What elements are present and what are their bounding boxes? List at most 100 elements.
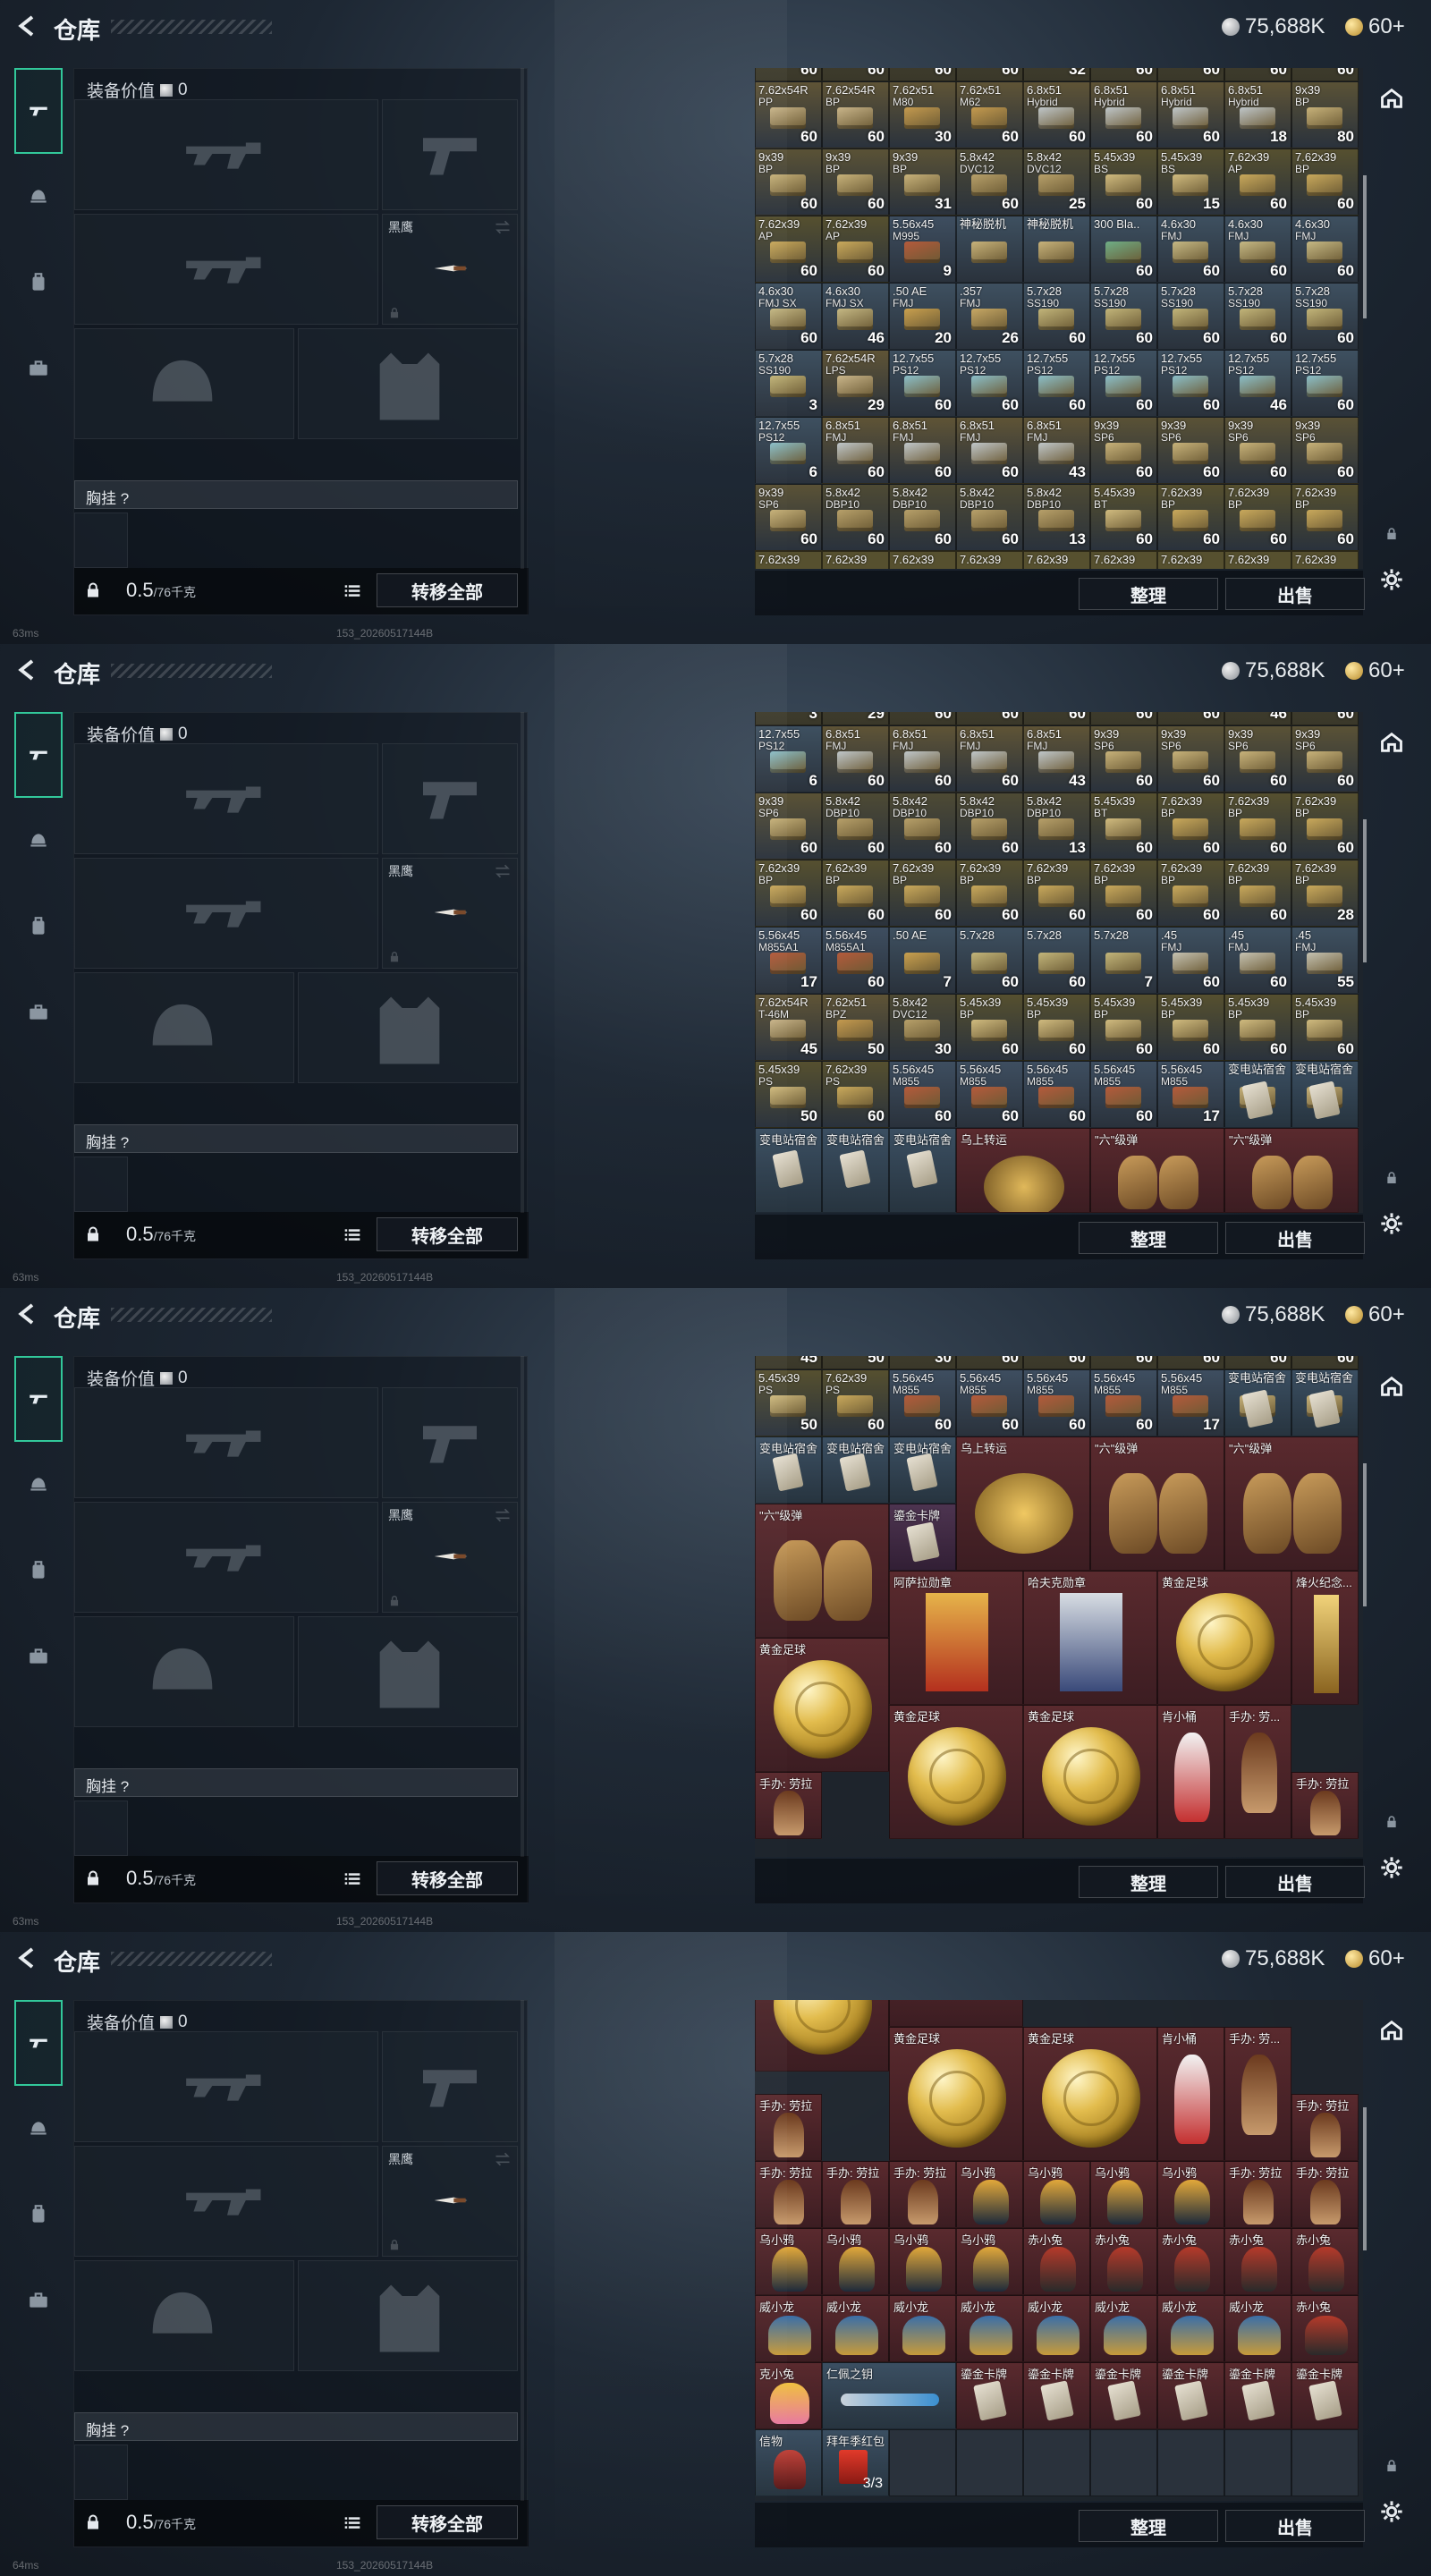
- list-view-button[interactable]: [343, 2514, 362, 2532]
- swap-button[interactable]: [494, 1506, 512, 1524]
- stash-item[interactable]: 7.62x39 BP 60: [1090, 860, 1157, 927]
- stash-item[interactable]: 4.6x30 FMJ 60: [1224, 216, 1291, 283]
- chest-rig-slot[interactable]: [74, 1801, 128, 1856]
- stash-item[interactable]: 60: [755, 68, 822, 81]
- stash-item[interactable]: 7.62x39 AP 60: [1224, 148, 1291, 216]
- chest-rig-slot[interactable]: [74, 2445, 128, 2500]
- stash-item[interactable]: 手办: 劳拉: [1291, 2094, 1359, 2161]
- empty-slot[interactable]: [956, 2429, 1023, 2496]
- melee-slot[interactable]: 黑鹰: [382, 2146, 518, 2257]
- stash-item[interactable]: 鎏金卡牌: [1157, 2362, 1224, 2429]
- stash-item[interactable]: 7.62x39: [956, 551, 1023, 569]
- stash-item[interactable]: 变电站宿舍: [822, 1128, 889, 1213]
- stash-item[interactable]: 7.62x39: [1090, 551, 1157, 569]
- gold-currency[interactable]: 60+: [1345, 658, 1405, 683]
- stash-item[interactable]: 6.8x51 FMJ 60: [822, 725, 889, 792]
- stash-item[interactable]: 60: [1291, 1356, 1359, 1369]
- stash-item[interactable]: 7.62x51 BPZ 50: [822, 994, 889, 1061]
- stash-item[interactable]: 7.62x39 BP 60: [1157, 792, 1224, 860]
- stash-item[interactable]: 60: [1291, 712, 1359, 725]
- swap-button[interactable]: [494, 862, 512, 880]
- stash-item[interactable]: 46: [1224, 712, 1291, 725]
- stash-item[interactable]: 黄金足球: [889, 2027, 1023, 2161]
- stash-scrollbar[interactable]: [1363, 1463, 1367, 1606]
- primary-weapon-slot[interactable]: [74, 2031, 378, 2142]
- stash-item[interactable]: 60: [889, 68, 956, 81]
- stash-item[interactable]: 9x39 SP6 60: [1291, 417, 1359, 484]
- stash-item[interactable]: 5.45x39 PS 50: [755, 1061, 822, 1128]
- stash-item[interactable]: 手办: 劳拉: [755, 1772, 822, 1839]
- stash-item[interactable]: 45: [755, 1356, 822, 1369]
- stash-item[interactable]: 7.62x39 BP 60: [822, 860, 889, 927]
- stash-item[interactable]: 黄金足球: [1157, 1571, 1291, 1705]
- stash-item[interactable]: 5.45x39 BT 60: [1090, 484, 1157, 551]
- transfer-all-button[interactable]: 转移全部: [377, 2505, 518, 2539]
- stash-item[interactable]: 3: [755, 712, 822, 725]
- chest-rig-header[interactable]: 胸挂 ?: [74, 1768, 518, 1797]
- stash-item[interactable]: 5.8x42 DBP10 13: [1023, 792, 1090, 860]
- stash-item[interactable]: 5.7x28 SS190 60: [1157, 283, 1224, 350]
- chest-rig-header[interactable]: 胸挂 ?: [74, 480, 518, 509]
- stash-item[interactable]: 5.8x42 DVC12 30: [889, 994, 956, 1061]
- stash-item[interactable]: 5.45x39 BP 60: [956, 994, 1023, 1061]
- sort-button[interactable]: 整理: [1079, 1866, 1218, 1898]
- stash-item[interactable]: "六"级弹: [1224, 1436, 1359, 1571]
- stash-item[interactable]: 12.7x55 PS12 60: [1090, 350, 1157, 417]
- stash-item[interactable]: 5.45x39 BP 60: [1023, 994, 1090, 1061]
- stash-item[interactable]: 30: [889, 1356, 956, 1369]
- primary-weapon-slot[interactable]: [74, 1387, 378, 1498]
- stash-item[interactable]: 7.62x39: [822, 551, 889, 569]
- stash-item[interactable]: 5.56x45 M855A1 17: [755, 927, 822, 994]
- stash-item[interactable]: 7.62x39 BP 60: [1224, 792, 1291, 860]
- list-view-button[interactable]: [343, 582, 362, 600]
- stash-item[interactable]: 黄金足球: [889, 1705, 1023, 1839]
- stash-item[interactable]: 5.45x39 BP 60: [1291, 994, 1359, 1061]
- stash-item[interactable]: 威小龙: [1157, 2295, 1224, 2362]
- helmet-slot[interactable]: [74, 2260, 294, 2371]
- secondary-weapon-slot[interactable]: [74, 214, 378, 325]
- sell-button[interactable]: 出售: [1225, 578, 1365, 610]
- swap-button[interactable]: [494, 218, 512, 236]
- secondary-weapon-slot[interactable]: [74, 1502, 378, 1613]
- stash-item[interactable]: 5.8x42 DBP10 60: [889, 792, 956, 860]
- stash-item[interactable]: 6.8x51 FMJ 60: [956, 725, 1023, 792]
- stash-item[interactable]: 5.56x45 M855 60: [889, 1061, 956, 1128]
- stash-item[interactable]: 鎏金卡牌: [1291, 2362, 1359, 2429]
- stash-item[interactable]: 7.62x39 BP 60: [956, 860, 1023, 927]
- stash-item[interactable]: .50 AE FMJ 20: [889, 283, 956, 350]
- stash-item[interactable]: 6.8x51 Hybrid 60: [1157, 81, 1224, 148]
- stash-item[interactable]: 乌小鸦: [822, 2228, 889, 2295]
- stash-item[interactable]: 9x39 SP6 60: [1157, 725, 1224, 792]
- pistol-slot[interactable]: [382, 99, 518, 210]
- sort-button[interactable]: 整理: [1079, 2510, 1218, 2542]
- stash-item[interactable]: "六"级弹: [1090, 1128, 1224, 1213]
- loadout-scrollbar[interactable]: [521, 712, 524, 1213]
- primary-weapon-slot[interactable]: [74, 99, 378, 210]
- stash-item[interactable]: 6.8x51 FMJ 43: [1023, 417, 1090, 484]
- stash-item[interactable]: 威小龙: [889, 2295, 956, 2362]
- stash-item[interactable]: 肯小桶: [1157, 2027, 1224, 2161]
- stash-item[interactable]: 威小龙: [755, 2295, 822, 2362]
- silver-currency[interactable]: 75,688K: [1222, 1302, 1325, 1327]
- stash-scrollbar[interactable]: [1363, 2107, 1367, 2250]
- stash-scrollbar[interactable]: [1363, 175, 1367, 318]
- stash-item[interactable]: 5.7x28 SS190 3: [755, 350, 822, 417]
- stash-item[interactable]: 9x39 SP6 60: [1090, 725, 1157, 792]
- stash-item[interactable]: 黄金足球: [1023, 2027, 1157, 2161]
- silver-currency[interactable]: 75,688K: [1222, 658, 1325, 683]
- armor-slot[interactable]: [298, 2260, 518, 2371]
- stash-item[interactable]: 阿萨拉勋章: [889, 1571, 1023, 1705]
- back-button[interactable]: [14, 13, 41, 39]
- stash-item[interactable]: 12.7x55 PS12 46: [1224, 350, 1291, 417]
- stash-item[interactable]: 5.45x39 BP 60: [1157, 994, 1224, 1061]
- stash-home-button[interactable]: [1379, 86, 1404, 111]
- stash-item[interactable]: 7.62x54R BP 60: [822, 81, 889, 148]
- stash-item[interactable]: 50: [822, 1356, 889, 1369]
- armor-slot[interactable]: [298, 328, 518, 439]
- stash-item[interactable]: 5.8x42 DVC12 25: [1023, 148, 1090, 216]
- stash-item[interactable]: 5.8x42 DBP10 60: [822, 792, 889, 860]
- stash-item[interactable]: 12.7x55 PS12 60: [1157, 350, 1224, 417]
- stash-item[interactable]: 60: [956, 68, 1023, 81]
- pistol-slot[interactable]: [382, 1387, 518, 1498]
- chest-rig-slot[interactable]: [74, 513, 128, 568]
